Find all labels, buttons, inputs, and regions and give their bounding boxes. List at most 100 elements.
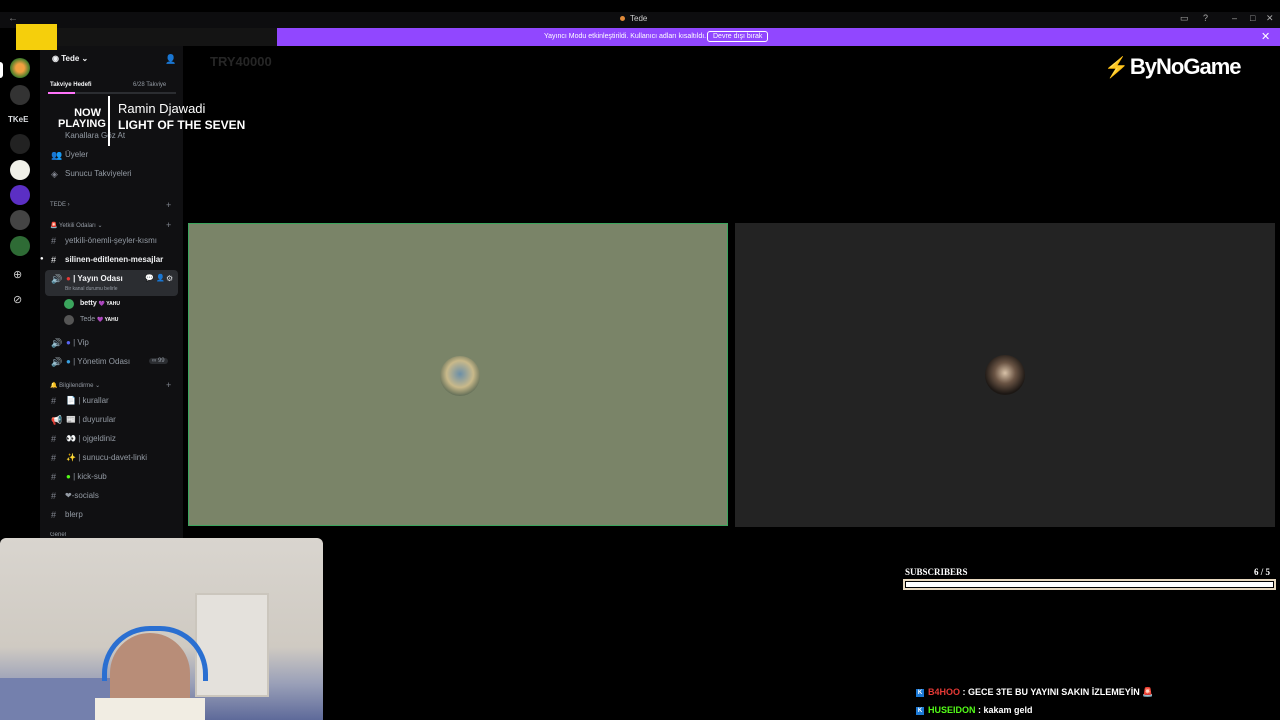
channel-welcome[interactable]: 👀 | ojgeldiniz [66,434,116,443]
text-channel-icon: # [51,491,57,501]
close-window-icon[interactable]: ✕ [1266,13,1274,24]
server-boosts-link[interactable]: Sunucu Takviyeleri [65,169,132,178]
channel-blerp[interactable]: blerp [65,510,83,519]
channel-rules-label: | kurallar [78,396,109,405]
user-limit-badge: ∞ 99 [149,358,168,364]
back-arrow-icon[interactable]: ← [8,13,18,24]
user-badge-text: YAHU [104,317,119,323]
channel-status-prompt[interactable]: Bir kanal durumu belirle [65,286,118,292]
speaker-icon: 🔊 [51,274,63,284]
server-icon-active[interactable] [10,160,30,180]
server-header[interactable]: ◉ Tede ⌄ [52,54,88,63]
chat-username: B4HOO [928,687,961,697]
minimize-icon[interactable]: – [1232,13,1237,23]
webcam-shirt [95,698,205,720]
boost-progress-fill [48,92,75,94]
disable-streamer-mode-button[interactable]: Devre dışı bırak [707,31,769,42]
server-icon-2[interactable] [10,85,30,105]
server-icon-4[interactable] [10,134,30,154]
chat-message: K HUSEIDON : kakam geld [916,705,1033,715]
server-rail: TKeE ⊕ ⊘ [0,28,40,538]
channel-kick-sub-label: | kick-sub [73,472,107,481]
server-icon-1[interactable] [10,58,30,78]
channel-announcements[interactable]: 📰 | duyurular [66,415,116,424]
live-dot-icon: ● [66,274,71,283]
channel-vip[interactable]: ● | Vip [66,338,89,347]
boost-goal[interactable]: Takviye Hedefi 6/28 Takviye [48,80,176,92]
chat-text: : GECE 3TE BU YAYINI SAKIN İZLEMEYİN [962,687,1140,697]
channel-rules[interactable]: 📄 | kurallar [66,396,109,405]
channel-invite-link[interactable]: ✨ | sunucu-davet-linki [66,453,147,462]
add-channel-bilgi-icon[interactable]: + [166,380,171,390]
channel-kick-sub[interactable]: ● | kick-sub [66,472,107,481]
channel-socials[interactable]: ❤-socials [65,491,99,500]
voice-tile-speaking[interactable] [188,223,728,526]
channel-welcome-label: | ojgeldiniz [78,434,116,443]
text-channel-icon: # [51,434,57,444]
server-icon-tkee[interactable]: TKeE [8,115,28,124]
settings-gear-icon[interactable]: ⚙ [166,274,173,283]
add-channel-yetkili-icon[interactable]: + [166,220,171,230]
section-label-tede[interactable]: TEDE › [50,202,70,208]
window-title: Tede [620,14,647,23]
chat-icon[interactable]: 💬 [145,274,154,282]
inbox-icon[interactable]: ▭ [1180,13,1189,24]
siren-icon: 🚨 [1142,687,1154,697]
browse-channels-link[interactable]: Kanallara Göz At [65,131,125,140]
headset-icon [102,626,208,681]
now-playing-artist: Ramin Djawadi [118,101,206,116]
subscribers-count: 6 / 5 [1254,567,1271,577]
channel-admin-room[interactable]: ● | Yönetim Odası [66,357,130,366]
text-channel-icon: # [51,453,57,463]
boost-goal-progress: 6/28 Takviye [133,82,167,88]
members-link[interactable]: Üyeler [65,150,88,159]
server-dot-icon [620,16,625,22]
category-bilgilendirme[interactable]: 🔔 Bilgilendirme ⌄ [50,382,100,389]
voice-user-name: Tede [80,316,96,323]
channel-announcements-label: | duyurular [78,415,116,424]
announcement-icon: 📢 [51,415,63,425]
bynogame-logo: ⚡ByNoGame [1104,54,1241,80]
server-icon-7[interactable] [10,210,30,230]
server-icon-8[interactable] [10,236,30,256]
globe-icon: ● [66,357,71,366]
webcam-shelf [195,593,269,697]
server-icon-6[interactable] [10,185,30,205]
now-playing-song: LIGHT OF THE SEVEN [118,118,246,132]
maximize-icon[interactable]: □ [1250,13,1255,23]
subscribers-label: SUBSCRIBERS [905,567,968,577]
category-yetkili-label: Yetkili Odaları [59,223,96,229]
speaker-icon: 🔊 [51,357,63,367]
active-server-pill [0,62,3,78]
channel-staff[interactable]: yetkili-önemli-şeyler-kısmı [65,236,157,245]
category-yetkili[interactable]: 🚨 Yetkili Odaları ⌄ [50,222,103,229]
now-playing-label: NOW PLAYING [58,107,106,130]
user-badge: 💜 YAHU [98,301,120,307]
add-member-icon[interactable]: 👤 [165,54,176,65]
help-icon[interactable]: ? [1203,13,1208,23]
kick-icon: K [916,706,924,715]
participant-avatar [985,355,1025,395]
members-icon: 👥 [51,150,63,160]
category-bilgilendirme-label: Bilgilendirme [59,383,94,389]
channel-invite-link-label: | sunucu-davet-linki [78,453,147,462]
voice-tile[interactable] [735,223,1275,527]
bynogame-wordmark: ByNoGame [1129,54,1242,79]
channel-stream-room[interactable]: ● | Yayın Odası [66,274,123,283]
overlay-yellow-block [16,24,57,50]
avatar[interactable] [64,315,74,325]
banner-close-icon[interactable]: ✕ [1261,30,1270,43]
invite-icon[interactable]: 👤 [156,274,165,282]
voice-user-tede[interactable]: Tede 💜 YAHU [80,316,118,323]
avatar[interactable] [64,299,74,309]
vip-dot-icon: ● [66,338,71,347]
channel-edited-messages[interactable]: silinen-editlenen-mesajlar [65,255,163,264]
text-channel-icon: # [51,396,57,406]
add-server-icon[interactable]: ⊕ [13,268,22,281]
voice-user-betty[interactable]: betty 💜 YAHU [80,300,120,307]
add-channel-icon[interactable]: + [166,200,171,210]
chat-username: HUSEIDON [928,705,976,715]
now-playing-divider [108,96,110,146]
window-title-text: Tede [630,14,648,23]
discover-icon[interactable]: ⊘ [13,293,22,306]
